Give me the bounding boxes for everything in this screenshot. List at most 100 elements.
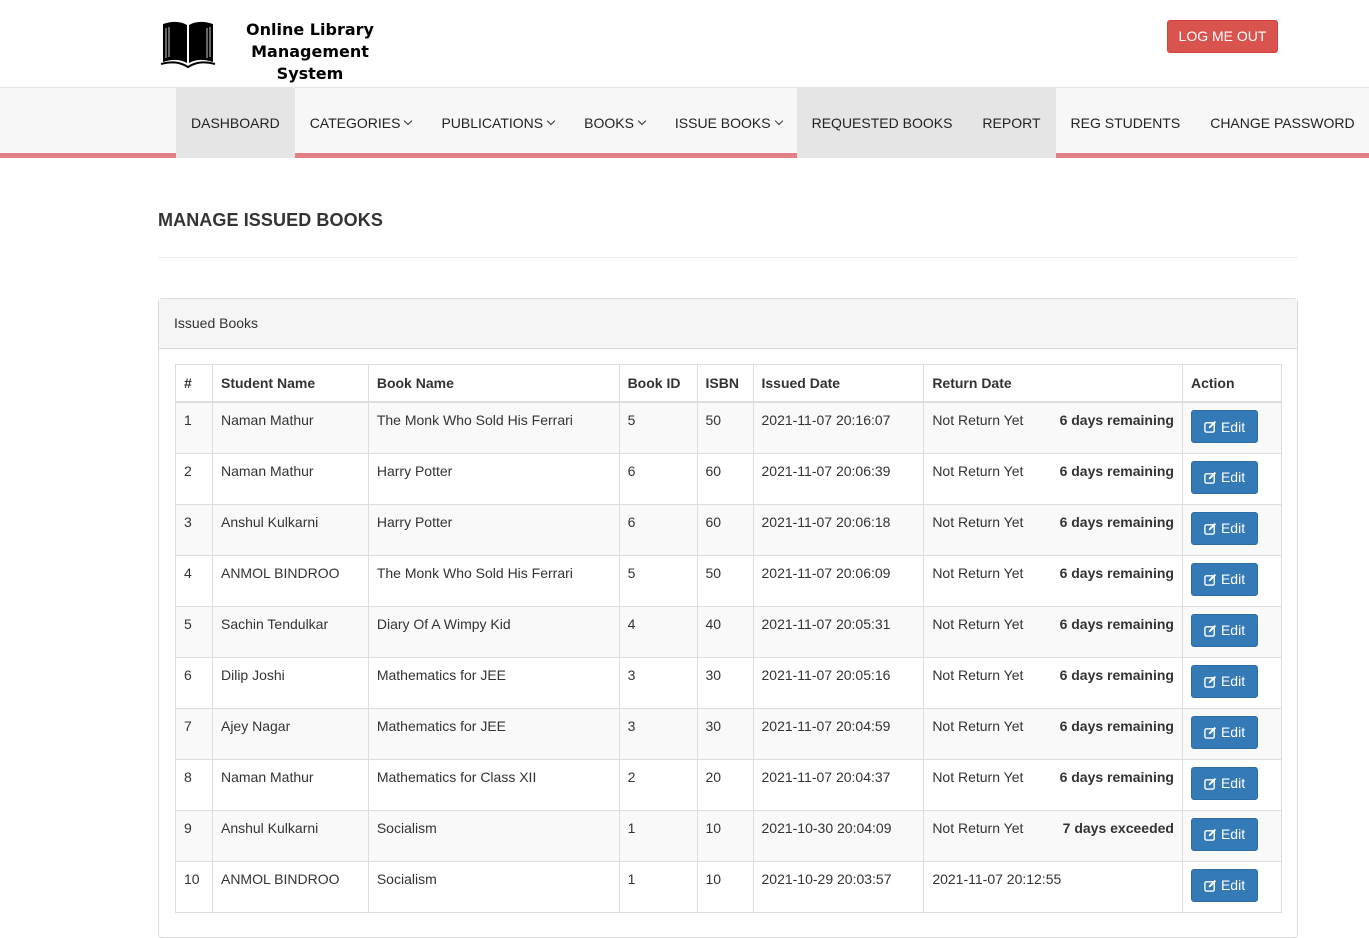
edit-button[interactable]: Edit <box>1190 766 1259 800</box>
app-title-line1: Online Library <box>246 20 374 39</box>
nav-item-issue-books[interactable]: ISSUE BOOKS <box>660 88 797 158</box>
edit-icon <box>1204 879 1217 892</box>
open-book-icon <box>160 21 216 69</box>
student-name: Dilip Joshi <box>211 656 369 709</box>
book-id: 6 <box>618 452 698 505</box>
book-name: Socialism <box>367 809 620 862</box>
book-id: 3 <box>618 707 698 760</box>
edit-button[interactable]: Edit <box>1190 562 1259 596</box>
return-date: Not Return Yet <box>932 717 1024 734</box>
book-name: Socialism <box>367 860 620 913</box>
nav-item-publications[interactable]: PUBLICATIONS <box>426 88 569 158</box>
return-date: Not Return Yet <box>932 513 1024 530</box>
site-header: Online Library Management System LOG ME … <box>0 0 1369 88</box>
nav-menu: DASHBOARD CATEGORIES PUBLICATIONS BOOKS ISSU… <box>176 88 1369 158</box>
edit-button[interactable]: Edit <box>1190 868 1259 902</box>
nav-item-dashboard[interactable]: DASHBOARD <box>176 88 295 158</box>
edit-button[interactable]: Edit <box>1190 613 1259 647</box>
edit-label: Edit <box>1220 724 1246 740</box>
edit-button[interactable]: Edit <box>1190 410 1259 443</box>
issued-date: 2021-11-07 20:06:09 <box>752 554 925 607</box>
nav-item-requested-books[interactable]: REQUESTED BOOKS <box>796 88 968 158</box>
action-cell: Edit <box>1181 401 1283 454</box>
chevron-down-icon <box>404 116 413 126</box>
isbn: 50 <box>696 554 754 607</box>
app-title-line2: Management System <box>251 42 369 83</box>
issued-date: 2021-11-07 20:16:07 <box>752 401 925 454</box>
table-row: 3 Anshul Kulkarni Harry Potter 6 60 2021-11-0… <box>175 503 1283 556</box>
issued-date: 2021-11-07 20:04:59 <box>752 707 925 760</box>
issued-date: 2021-11-07 20:06:39 <box>752 452 925 505</box>
nav-item-label: BOOKS <box>584 115 634 131</box>
return-date-cell: Not Return Yet 6 days remaining <box>923 758 1183 811</box>
due-status: 7 days exceeded <box>1062 819 1174 836</box>
action-cell: Edit <box>1181 809 1283 862</box>
edit-icon <box>1204 420 1217 433</box>
action-cell: Edit <box>1181 452 1283 505</box>
edit-button[interactable]: Edit <box>1190 460 1259 494</box>
student-name: Naman Mathur <box>211 452 369 505</box>
book-id: 5 <box>618 401 698 454</box>
edit-button[interactable]: Edit <box>1190 511 1259 545</box>
column-header: Book ID <box>618 364 698 403</box>
row-number: 1 <box>175 401 213 454</box>
nav-item-report[interactable]: REPORT <box>967 88 1056 158</box>
nav-item-categories[interactable]: CATEGORIES <box>295 88 427 158</box>
edit-icon <box>1204 522 1217 535</box>
nav-item-reg-students[interactable]: REG STUDENTS <box>1056 88 1196 158</box>
issued-date: 2021-11-07 20:06:18 <box>752 503 925 556</box>
return-date-cell: Not Return Yet 6 days remaining <box>923 656 1183 709</box>
isbn: 10 <box>696 860 754 913</box>
edit-label: Edit <box>1220 418 1246 435</box>
nav-item-books[interactable]: BOOKS <box>569 88 660 158</box>
student-name: Naman Mathur <box>211 401 369 454</box>
isbn: 30 <box>696 656 754 709</box>
return-date: Not Return Yet <box>932 462 1024 479</box>
isbn: 60 <box>696 503 754 556</box>
table-row: 8 Naman Mathur Mathematics for Class XII 2 2… <box>175 758 1283 811</box>
return-date: Not Return Yet <box>932 615 1024 632</box>
issued-books-table: # Student Name Book Name Book ID ISBN Issued … <box>175 364 1283 913</box>
return-date: Not Return Yet <box>932 564 1024 581</box>
book-id: 1 <box>618 809 698 862</box>
column-header: Issued Date <box>752 364 925 403</box>
edit-label: Edit <box>1220 775 1246 791</box>
return-date-cell: 2021-11-07 20:12:55 <box>923 860 1183 913</box>
column-header: Return Date <box>923 364 1183 403</box>
return-date-cell: Not Return Yet 7 days exceeded <box>923 809 1183 862</box>
book-name: Diary Of A Wimpy Kid <box>367 605 620 658</box>
table-row: 1 Naman Mathur The Monk Who Sold His Ferra… <box>175 401 1283 454</box>
chevron-down-icon <box>546 116 556 126</box>
issued-date: 2021-11-07 20:05:16 <box>752 656 925 709</box>
isbn: 50 <box>696 401 754 454</box>
isbn: 10 <box>696 809 754 862</box>
panel-heading: Issued Books <box>159 299 1297 349</box>
edit-button[interactable]: Edit <box>1190 664 1259 698</box>
issued-date: 2021-10-30 20:04:09 <box>752 809 925 862</box>
action-cell: Edit <box>1181 707 1283 760</box>
book-id: 3 <box>618 656 698 709</box>
app-title: Online Library Management System <box>222 19 398 85</box>
table-row: 5 Sachin Tendulkar Diary Of A Wimpy Kid 4 40… <box>175 605 1283 658</box>
issued-date: 2021-11-07 20:05:31 <box>752 605 925 658</box>
column-header: Student Name <box>211 364 369 403</box>
return-date: Not Return Yet <box>932 819 1024 836</box>
action-cell: Edit <box>1181 758 1283 811</box>
student-name: Anshul Kulkarni <box>211 503 369 556</box>
row-number: 10 <box>175 860 213 913</box>
student-name: Sachin Tendulkar <box>211 605 369 658</box>
action-cell: Edit <box>1181 656 1283 709</box>
nav-item-label: CATEGORIES <box>309 115 401 131</box>
action-cell: Edit <box>1181 503 1283 556</box>
edit-button[interactable]: Edit <box>1190 715 1259 749</box>
nav-item-change-password[interactable]: CHANGE PASSWORD <box>1195 88 1369 158</box>
due-status: 6 days remaining <box>1059 462 1174 479</box>
return-date-cell: Not Return Yet 6 days remaining <box>923 605 1183 658</box>
return-date-cell: Not Return Yet 6 days remaining <box>923 401 1183 454</box>
logout-button[interactable]: LOG ME OUT <box>1167 20 1278 53</box>
column-header: # <box>175 364 213 403</box>
student-name: Anshul Kulkarni <box>211 809 369 862</box>
edit-button[interactable]: Edit <box>1190 817 1259 851</box>
book-name: The Monk Who Sold His Ferrari <box>367 554 620 607</box>
due-status: 6 days remaining <box>1059 615 1174 632</box>
